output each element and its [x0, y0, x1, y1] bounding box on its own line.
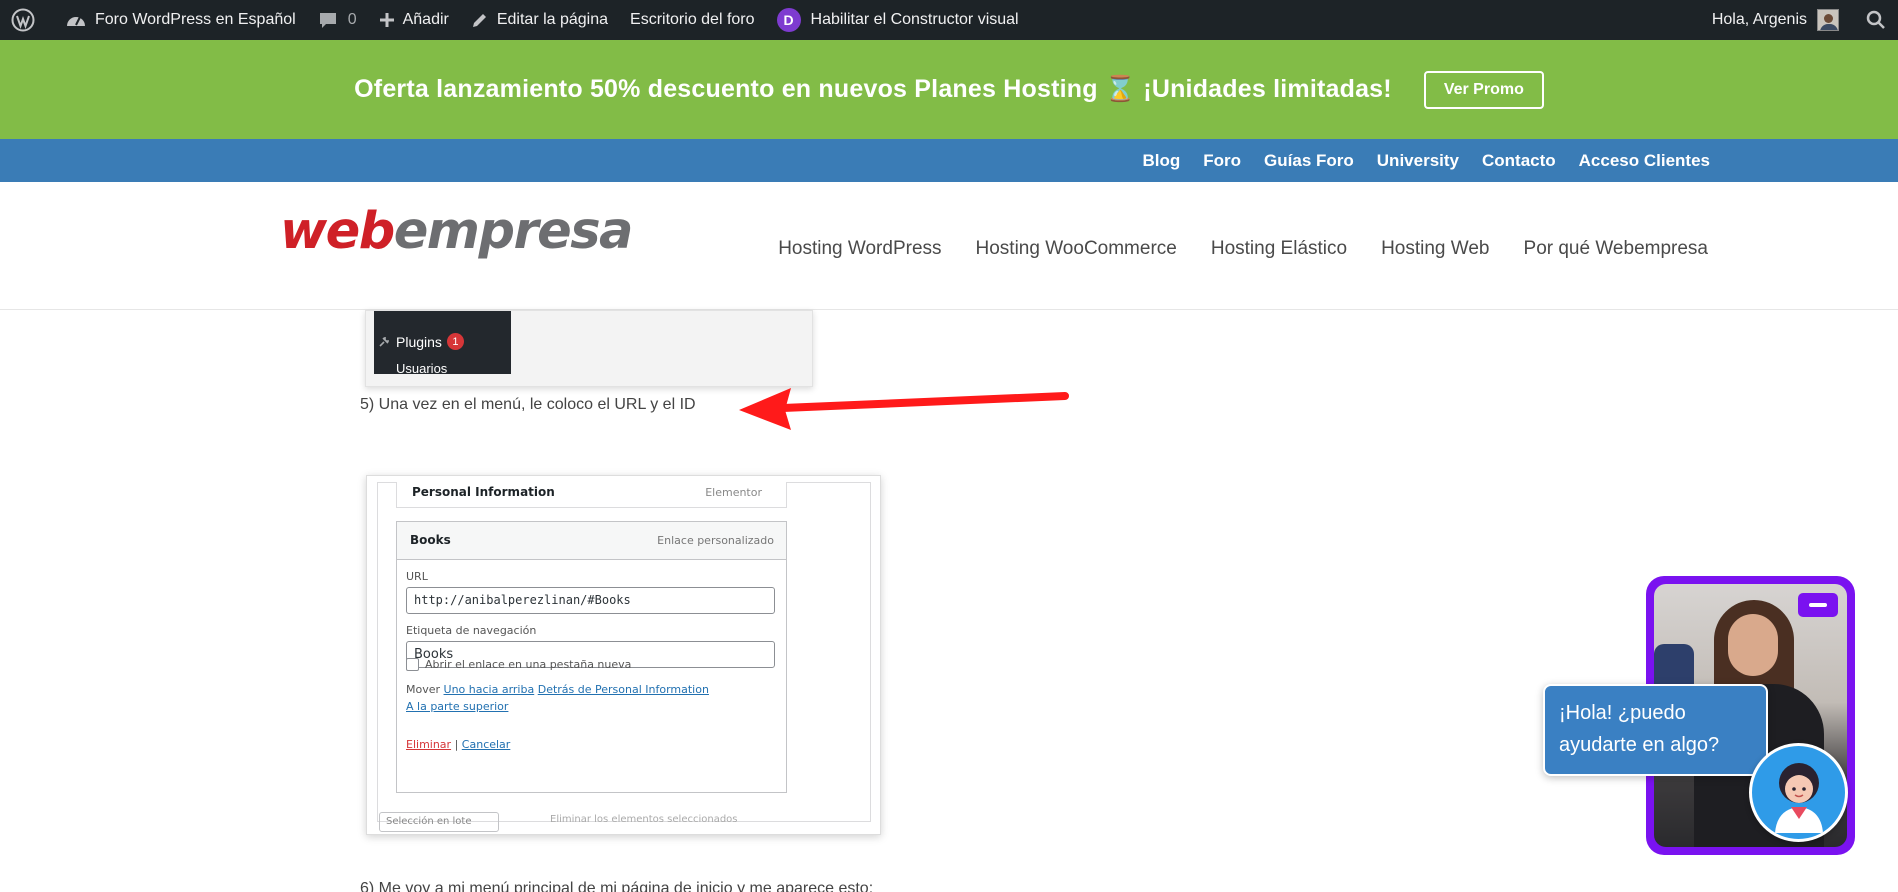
- plus-icon: [379, 13, 394, 27]
- main-navigation: Hosting WordPress Hosting WooCommerce Ho…: [744, 238, 1708, 260]
- wordpress-logo-button[interactable]: [0, 0, 54, 40]
- nav-label-label: Etiqueta de navegación: [406, 624, 537, 637]
- post-screenshot-plugins: Plugins 1 Usuarios: [365, 310, 813, 387]
- add-new-button[interactable]: Añadir: [368, 0, 460, 40]
- comments-button[interactable]: 0: [307, 0, 368, 40]
- site-name: Foro WordPress en Español: [95, 11, 296, 28]
- add-new-label: Añadir: [402, 11, 449, 28]
- forum-desk-link[interactable]: Escritorio del foro: [619, 0, 766, 40]
- move-label: Mover: [406, 683, 441, 696]
- pi-type: Elementor: [705, 486, 762, 499]
- agent-avatar-icon: [1774, 762, 1823, 833]
- move-up-link: Uno hacia arriba: [443, 683, 535, 696]
- promo-text: Oferta lanzamiento 50% descuento en nuev…: [354, 75, 1392, 103]
- new-tab-label: Abrir el enlace en una pestaña nueva: [425, 658, 632, 671]
- site-name-link[interactable]: Foro WordPress en Español: [54, 0, 307, 40]
- page: Foro WordPress en Español 0 Añadir Edita…: [0, 0, 1898, 892]
- site-header: webempresa Hosting WordPress Hosting Woo…: [0, 182, 1898, 310]
- video-face-shape: [1728, 614, 1778, 676]
- comments-count: 0: [347, 11, 357, 28]
- new-tab-checkbox: Abrir el enlace en una pestaña nueva: [406, 658, 631, 671]
- topnav-item-guias-foro[interactable]: Guías Foro: [1264, 151, 1354, 171]
- chat-greeting-bubble[interactable]: ¡Hola! ¿puedo ayudarte en algo?: [1543, 684, 1768, 776]
- item-actions: Eliminar | Cancelar: [406, 738, 510, 751]
- topnav-item-contacto[interactable]: Contacto: [1482, 151, 1556, 171]
- move-under-link: Detrás de Personal Information: [537, 683, 709, 696]
- menu-editor-image: Personal Information Elementor Books Enl…: [377, 482, 871, 822]
- nav-hosting-web[interactable]: Hosting Web: [1381, 238, 1489, 260]
- search-icon[interactable]: [1866, 10, 1886, 30]
- step-6-text: 6) Me voy a mi menú principal de mi pági…: [360, 880, 874, 892]
- minimize-chat-button[interactable]: [1798, 593, 1838, 617]
- url-label: URL: [406, 570, 428, 583]
- nav-hosting-woocommerce[interactable]: Hosting WooCommerce: [976, 238, 1177, 260]
- promo-banner: Oferta lanzamiento 50% descuento en nuev…: [0, 40, 1898, 139]
- edit-page-button[interactable]: Editar la página: [460, 0, 619, 40]
- admin-bar-right: Hola, Argenis: [1701, 0, 1898, 40]
- delete-link: Eliminar: [406, 738, 452, 751]
- user-avatar-icon: [1817, 9, 1839, 31]
- separator: |: [454, 738, 459, 751]
- wp-admin-sidebar-image: Plugins 1 Usuarios: [374, 311, 511, 376]
- webempresa-logo[interactable]: webempresa: [280, 202, 634, 261]
- checkbox-icon: [406, 658, 419, 671]
- user-account-menu[interactable]: Hola, Argenis: [1701, 0, 1850, 40]
- comment-icon: [319, 13, 336, 28]
- books-menu-item: Books Enlace personalizado URL http://an…: [396, 521, 787, 793]
- wordpress-icon: [11, 8, 35, 32]
- books-type: Enlace personalizado: [657, 534, 774, 547]
- bulk-select-button: Selección en lote: [379, 812, 499, 832]
- topnav-item-university[interactable]: University: [1377, 151, 1459, 171]
- bulk-remove-text: Eliminar los elementos seleccionados: [550, 814, 738, 825]
- visual-builder-button[interactable]: D Habilitar el Constructor visual: [766, 0, 1030, 40]
- topnav-item-blog[interactable]: Blog: [1142, 151, 1180, 171]
- plugins-badge: 1: [446, 333, 464, 350]
- user-greeting: Hola, Argenis: [1711, 11, 1807, 28]
- nav-hosting-elastico[interactable]: Hosting Elástico: [1211, 238, 1347, 260]
- plugins-label: Plugins: [396, 333, 442, 350]
- red-arrow-icon: [739, 388, 1069, 430]
- topnav-item-acceso-clientes[interactable]: Acceso Clientes: [1579, 151, 1710, 171]
- top-navigation: Blog Foro Guías Foro University Contacto…: [0, 139, 1898, 182]
- minus-icon: [1809, 603, 1827, 607]
- divi-icon: D: [776, 8, 801, 32]
- edit-page-label: Editar la página: [496, 11, 609, 28]
- view-promo-button[interactable]: Ver Promo: [1423, 70, 1544, 109]
- move-links: Mover Uno hacia arriba Detrás de Persona…: [406, 681, 776, 715]
- cancel-link: Cancelar: [461, 738, 511, 751]
- move-top-link: A la parte superior: [406, 700, 509, 713]
- plug-icon: [379, 336, 389, 347]
- dashboard-icon: [67, 16, 85, 26]
- nav-por-que-webempresa[interactable]: Por qué Webempresa: [1524, 238, 1708, 260]
- pi-title: Personal Information: [412, 485, 555, 499]
- pencil-icon: [472, 14, 486, 27]
- admin-bar: Foro WordPress en Español 0 Añadir Edita…: [0, 0, 1898, 40]
- logo-web-text: web: [280, 202, 395, 261]
- visual-builder-label: Habilitar el Constructor visual: [810, 11, 1019, 28]
- books-title: Books: [410, 533, 451, 547]
- books-item-header: Books Enlace personalizado: [397, 522, 786, 560]
- url-field: http://anibalperezlinan/#Books: [406, 587, 775, 614]
- forum-desk-label: Escritorio del foro: [630, 11, 755, 28]
- chat-agent-avatar[interactable]: [1749, 743, 1848, 842]
- plugins-menu-item: Plugins 1: [378, 333, 464, 350]
- usuarios-label: Usuarios: [396, 361, 448, 376]
- post-screenshot-menu-item: Personal Information Elementor Books Enl…: [366, 475, 881, 835]
- step-5-text: 5) Una vez en el menú, le coloco el URL …: [360, 396, 696, 413]
- topnav-item-foro[interactable]: Foro: [1203, 151, 1241, 171]
- logo-empresa-text: empresa: [393, 202, 634, 261]
- nav-hosting-wordpress[interactable]: Hosting WordPress: [778, 238, 941, 260]
- personal-information-item: Personal Information Elementor: [396, 482, 787, 508]
